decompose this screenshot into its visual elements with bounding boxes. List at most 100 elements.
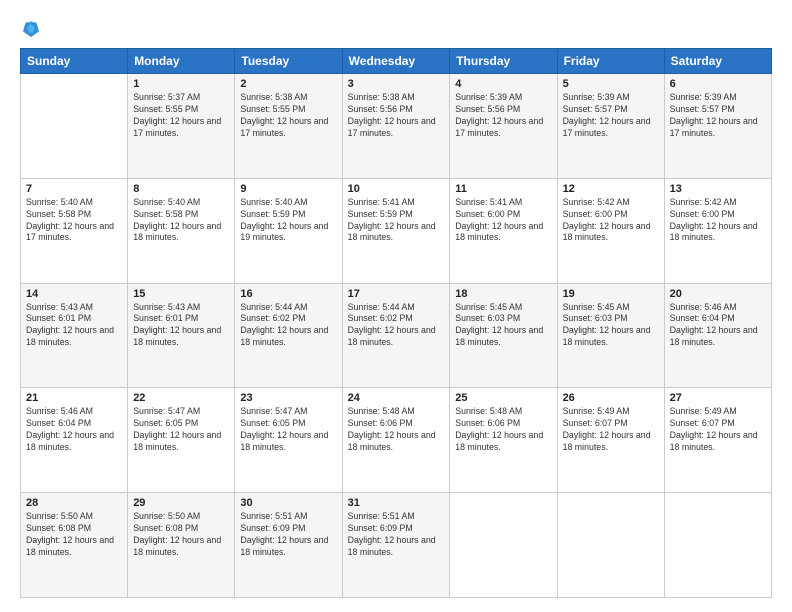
day-number: 18 bbox=[455, 288, 551, 300]
calendar-table: SundayMondayTuesdayWednesdayThursdayFrid… bbox=[20, 48, 772, 598]
weekday-header-wednesday: Wednesday bbox=[342, 49, 450, 74]
day-info: Sunrise: 5:49 AMSunset: 6:07 PMDaylight:… bbox=[670, 406, 766, 454]
calendar-week-row: 1 Sunrise: 5:37 AMSunset: 5:55 PMDaylight… bbox=[21, 74, 772, 179]
calendar-cell: 27 Sunrise: 5:49 AMSunset: 6:07 PMDayligh… bbox=[664, 388, 771, 493]
day-number: 19 bbox=[563, 288, 659, 300]
day-info: Sunrise: 5:45 AMSunset: 6:03 PMDaylight:… bbox=[455, 302, 551, 350]
day-number: 23 bbox=[240, 392, 336, 404]
day-info: Sunrise: 5:38 AMSunset: 5:56 PMDaylight:… bbox=[348, 92, 445, 140]
day-number: 24 bbox=[348, 392, 445, 404]
calendar-cell: 25 Sunrise: 5:48 AMSunset: 6:06 PMDayligh… bbox=[450, 388, 557, 493]
weekday-header-tuesday: Tuesday bbox=[235, 49, 342, 74]
calendar-cell: 15Sunrise: 5:43 AMSunset: 6:01 PMDayligh… bbox=[128, 283, 235, 388]
calendar-cell: 18 Sunrise: 5:45 AMSunset: 6:03 PMDayligh… bbox=[450, 283, 557, 388]
day-number: 17 bbox=[348, 288, 445, 300]
day-number: 22 bbox=[133, 392, 229, 404]
page: SundayMondayTuesdayWednesdayThursdayFrid… bbox=[0, 0, 792, 612]
calendar-cell: 14Sunrise: 5:43 AMSunset: 6:01 PMDayligh… bbox=[21, 283, 128, 388]
day-number: 2 bbox=[240, 78, 336, 90]
calendar-cell: 16 Sunrise: 5:44 AMSunset: 6:02 PMDayligh… bbox=[235, 283, 342, 388]
calendar-cell: 30 Sunrise: 5:51 AMSunset: 6:09 PMDayligh… bbox=[235, 493, 342, 598]
weekday-header-row: SundayMondayTuesdayWednesdayThursdayFrid… bbox=[21, 49, 772, 74]
day-info: Sunrise: 5:40 AMSunset: 5:58 PMDaylight:… bbox=[133, 197, 229, 245]
calendar-cell bbox=[450, 493, 557, 598]
day-number: 16 bbox=[240, 288, 336, 300]
day-info: Sunrise: 5:48 AMSunset: 6:06 PMDaylight:… bbox=[455, 406, 551, 454]
calendar-cell: 11Sunrise: 5:41 AMSunset: 6:00 PMDayligh… bbox=[450, 178, 557, 283]
day-info: Sunrise: 5:40 AMSunset: 5:58 PMDaylight:… bbox=[26, 197, 122, 245]
calendar-cell: 7 Sunrise: 5:40 AMSunset: 5:58 PMDaylight… bbox=[21, 178, 128, 283]
calendar-cell: 21 Sunrise: 5:46 AMSunset: 6:04 PMDayligh… bbox=[21, 388, 128, 493]
weekday-header-friday: Friday bbox=[557, 49, 664, 74]
calendar-cell bbox=[21, 74, 128, 179]
header bbox=[20, 18, 772, 40]
day-number: 7 bbox=[26, 183, 122, 195]
day-info: Sunrise: 5:45 AMSunset: 6:03 PMDaylight:… bbox=[563, 302, 659, 350]
day-info: Sunrise: 5:51 AMSunset: 6:09 PMDaylight:… bbox=[240, 511, 336, 559]
calendar-cell: 19 Sunrise: 5:45 AMSunset: 6:03 PMDayligh… bbox=[557, 283, 664, 388]
day-info: Sunrise: 5:50 AMSunset: 6:08 PMDaylight:… bbox=[133, 511, 229, 559]
calendar-cell: 1 Sunrise: 5:37 AMSunset: 5:55 PMDaylight… bbox=[128, 74, 235, 179]
day-number: 21 bbox=[26, 392, 122, 404]
day-number: 30 bbox=[240, 497, 336, 509]
calendar-cell: 22Sunrise: 5:47 AMSunset: 6:05 PMDayligh… bbox=[128, 388, 235, 493]
calendar-cell: 9Sunrise: 5:40 AMSunset: 5:59 PMDaylight… bbox=[235, 178, 342, 283]
calendar-cell: 29 Sunrise: 5:50 AMSunset: 6:08 PMDayligh… bbox=[128, 493, 235, 598]
logo bbox=[20, 18, 46, 40]
day-info: Sunrise: 5:40 AMSunset: 5:59 PMDaylight:… bbox=[240, 197, 336, 245]
day-info: Sunrise: 5:39 AMSunset: 5:57 PMDaylight:… bbox=[670, 92, 766, 140]
calendar-header: SundayMondayTuesdayWednesdayThursdayFrid… bbox=[21, 49, 772, 74]
day-number: 20 bbox=[670, 288, 766, 300]
calendar-week-row: 14Sunrise: 5:43 AMSunset: 6:01 PMDayligh… bbox=[21, 283, 772, 388]
day-number: 4 bbox=[455, 78, 551, 90]
day-number: 27 bbox=[670, 392, 766, 404]
logo-icon bbox=[20, 18, 42, 40]
day-info: Sunrise: 5:43 AMSunset: 6:01 PMDaylight:… bbox=[26, 302, 122, 350]
day-info: Sunrise: 5:44 AMSunset: 6:02 PMDaylight:… bbox=[348, 302, 445, 350]
day-info: Sunrise: 5:51 AMSunset: 6:09 PMDaylight:… bbox=[348, 511, 445, 559]
day-number: 5 bbox=[563, 78, 659, 90]
day-number: 28 bbox=[26, 497, 122, 509]
day-info: Sunrise: 5:37 AMSunset: 5:55 PMDaylight:… bbox=[133, 92, 229, 140]
calendar-cell: 3 Sunrise: 5:38 AMSunset: 5:56 PMDaylight… bbox=[342, 74, 450, 179]
day-info: Sunrise: 5:38 AMSunset: 5:55 PMDaylight:… bbox=[240, 92, 336, 140]
calendar-week-row: 28 Sunrise: 5:50 AMSunset: 6:08 PMDayligh… bbox=[21, 493, 772, 598]
calendar-body: 1 Sunrise: 5:37 AMSunset: 5:55 PMDaylight… bbox=[21, 74, 772, 598]
day-info: Sunrise: 5:42 AMSunset: 6:00 PMDaylight:… bbox=[670, 197, 766, 245]
calendar-cell: 13 Sunrise: 5:42 AMSunset: 6:00 PMDayligh… bbox=[664, 178, 771, 283]
day-number: 6 bbox=[670, 78, 766, 90]
day-number: 1 bbox=[133, 78, 229, 90]
weekday-header-sunday: Sunday bbox=[21, 49, 128, 74]
day-info: Sunrise: 5:49 AMSunset: 6:07 PMDaylight:… bbox=[563, 406, 659, 454]
day-number: 10 bbox=[348, 183, 445, 195]
day-number: 31 bbox=[348, 497, 445, 509]
calendar-cell: 24 Sunrise: 5:48 AMSunset: 6:06 PMDayligh… bbox=[342, 388, 450, 493]
day-number: 25 bbox=[455, 392, 551, 404]
calendar-cell: 23 Sunrise: 5:47 AMSunset: 6:05 PMDayligh… bbox=[235, 388, 342, 493]
day-number: 12 bbox=[563, 183, 659, 195]
day-number: 3 bbox=[348, 78, 445, 90]
day-info: Sunrise: 5:50 AMSunset: 6:08 PMDaylight:… bbox=[26, 511, 122, 559]
day-info: Sunrise: 5:41 AMSunset: 5:59 PMDaylight:… bbox=[348, 197, 445, 245]
calendar-cell: 4 Sunrise: 5:39 AMSunset: 5:56 PMDaylight… bbox=[450, 74, 557, 179]
calendar-cell: 31 Sunrise: 5:51 AMSunset: 6:09 PMDayligh… bbox=[342, 493, 450, 598]
calendar-cell: 10 Sunrise: 5:41 AMSunset: 5:59 PMDayligh… bbox=[342, 178, 450, 283]
day-info: Sunrise: 5:47 AMSunset: 6:05 PMDaylight:… bbox=[240, 406, 336, 454]
day-info: Sunrise: 5:44 AMSunset: 6:02 PMDaylight:… bbox=[240, 302, 336, 350]
calendar-cell: 6 Sunrise: 5:39 AMSunset: 5:57 PMDaylight… bbox=[664, 74, 771, 179]
day-number: 13 bbox=[670, 183, 766, 195]
calendar-cell: 20 Sunrise: 5:46 AMSunset: 6:04 PMDayligh… bbox=[664, 283, 771, 388]
calendar-cell: 17 Sunrise: 5:44 AMSunset: 6:02 PMDayligh… bbox=[342, 283, 450, 388]
day-number: 11 bbox=[455, 183, 551, 195]
day-number: 29 bbox=[133, 497, 229, 509]
calendar-cell: 12Sunrise: 5:42 AMSunset: 6:00 PMDayligh… bbox=[557, 178, 664, 283]
day-info: Sunrise: 5:39 AMSunset: 5:56 PMDaylight:… bbox=[455, 92, 551, 140]
day-info: Sunrise: 5:46 AMSunset: 6:04 PMDaylight:… bbox=[670, 302, 766, 350]
calendar-cell: 2 Sunrise: 5:38 AMSunset: 5:55 PMDaylight… bbox=[235, 74, 342, 179]
calendar-cell: 28 Sunrise: 5:50 AMSunset: 6:08 PMDayligh… bbox=[21, 493, 128, 598]
day-info: Sunrise: 5:39 AMSunset: 5:57 PMDaylight:… bbox=[563, 92, 659, 140]
day-number: 15 bbox=[133, 288, 229, 300]
weekday-header-saturday: Saturday bbox=[664, 49, 771, 74]
day-info: Sunrise: 5:46 AMSunset: 6:04 PMDaylight:… bbox=[26, 406, 122, 454]
day-info: Sunrise: 5:48 AMSunset: 6:06 PMDaylight:… bbox=[348, 406, 445, 454]
